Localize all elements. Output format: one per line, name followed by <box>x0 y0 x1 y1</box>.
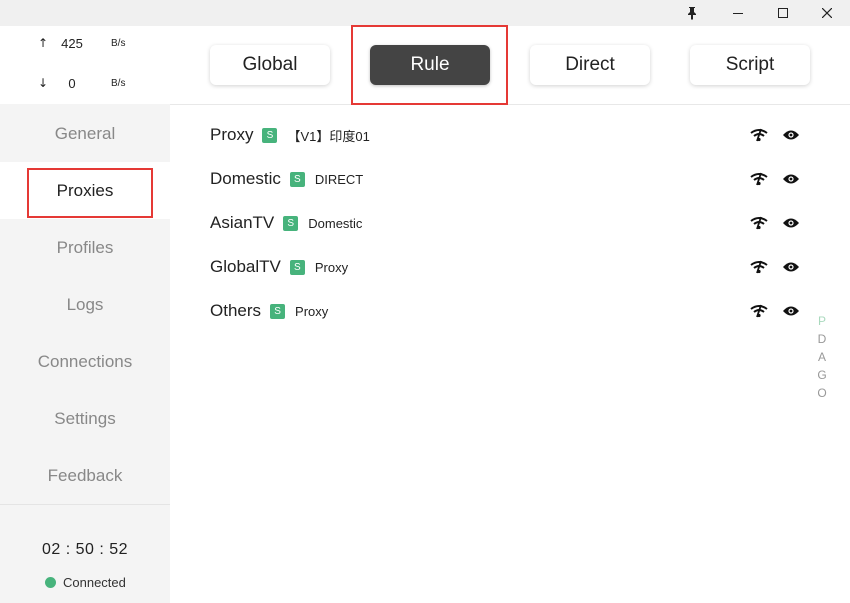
group-selected-proxy: Proxy <box>295 303 329 319</box>
mode-global-button[interactable]: Global <box>210 45 330 85</box>
view-proxies-eye-icon[interactable] <box>782 173 800 185</box>
group-actions <box>750 167 800 191</box>
group-selected-proxy: 【V1】印度01 <box>287 128 370 144</box>
index-letter[interactable]: P <box>818 312 826 330</box>
download-unit: B/s <box>111 78 126 89</box>
proxy-group[interactable]: Proxy S 【V1】印度01 <box>210 123 370 147</box>
sidebar: ↑ 425 B/s ↓ 0 B/s General Proxies Profil… <box>0 26 170 603</box>
status-label: Connected <box>63 575 126 590</box>
index-letter[interactable]: O <box>817 384 826 402</box>
pin-icon[interactable] <box>680 0 704 26</box>
latency-test-icon[interactable] <box>750 128 768 142</box>
upload-value: 425 <box>61 36 83 51</box>
maximize-button[interactable] <box>771 0 795 26</box>
proxy-group[interactable]: Domestic S DIRECT <box>210 167 363 191</box>
latency-test-icon[interactable] <box>750 216 768 230</box>
connection-status: Connected <box>45 575 126 590</box>
group-type-badge: S <box>289 171 305 187</box>
title-bar <box>0 0 850 26</box>
traffic-panel: ↑ 425 B/s ↓ 0 B/s <box>0 26 170 104</box>
group-type-badge: S <box>270 303 286 319</box>
status-dot-icon <box>45 577 56 588</box>
proxy-group[interactable]: AsianTV S Domestic <box>210 211 362 235</box>
close-button[interactable] <box>815 0 839 26</box>
view-proxies-eye-icon[interactable] <box>782 261 800 273</box>
download-value: 0 <box>68 76 76 91</box>
sidebar-item-feedback[interactable]: Feedback <box>0 447 170 504</box>
group-actions <box>750 255 800 279</box>
sidebar-item-general[interactable]: General <box>0 105 170 162</box>
download-speed: ↓ 0 B/s <box>0 76 170 96</box>
group-selected-proxy: Proxy <box>314 259 349 275</box>
download-arrow-icon: ↓ <box>38 76 49 90</box>
proxy-group[interactable]: Others S Proxy <box>210 299 328 323</box>
sidebar-item-logs[interactable]: Logs <box>0 276 170 333</box>
group-index-bar: P D A G O <box>815 312 829 402</box>
highlight-box-rule <box>351 25 508 105</box>
sidebar-item-profiles[interactable]: Profiles <box>0 219 170 276</box>
upload-arrow-icon: ↑ <box>38 36 49 50</box>
group-actions <box>750 123 800 147</box>
group-name: GlobalTV <box>210 257 281 276</box>
index-letter[interactable]: G <box>817 366 826 384</box>
close-icon <box>822 8 832 18</box>
sidebar-item-settings[interactable]: Settings <box>0 390 170 447</box>
upload-unit: B/s <box>111 38 126 49</box>
group-name: AsianTV <box>210 213 275 232</box>
uptime-clock: 02 : 50 : 52 <box>41 541 129 558</box>
upload-speed: ↑ 425 B/s <box>0 36 170 56</box>
group-name: Proxy <box>210 125 254 144</box>
view-proxies-eye-icon[interactable] <box>782 305 800 317</box>
index-letter[interactable]: D <box>818 330 827 348</box>
mode-script-button[interactable]: Script <box>690 45 810 85</box>
highlight-box-proxies <box>27 168 153 218</box>
header-divider <box>170 104 850 105</box>
mode-direct-button[interactable]: Direct <box>530 45 650 85</box>
latency-test-icon[interactable] <box>750 304 768 318</box>
minimize-button[interactable] <box>726 0 750 26</box>
group-name: Domestic <box>210 169 281 188</box>
group-actions <box>750 299 800 323</box>
view-proxies-eye-icon[interactable] <box>782 217 800 229</box>
proxy-group[interactable]: GlobalTV S Proxy <box>210 255 348 279</box>
view-proxies-eye-icon[interactable] <box>782 129 800 141</box>
group-type-badge: S <box>262 127 278 143</box>
group-type-badge: S <box>283 215 299 231</box>
sidebar-item-connections[interactable]: Connections <box>0 333 170 390</box>
latency-test-icon[interactable] <box>750 260 768 274</box>
group-name: Others <box>210 301 262 320</box>
index-letter[interactable]: A <box>818 348 826 366</box>
group-selected-proxy: Domestic <box>308 215 363 231</box>
group-selected-proxy: DIRECT <box>314 171 364 187</box>
group-type-badge: S <box>289 259 305 275</box>
group-actions <box>750 211 800 235</box>
latency-test-icon[interactable] <box>750 172 768 186</box>
maximize-icon <box>778 8 788 18</box>
sidebar-divider <box>0 504 170 505</box>
minimize-icon <box>733 12 743 14</box>
